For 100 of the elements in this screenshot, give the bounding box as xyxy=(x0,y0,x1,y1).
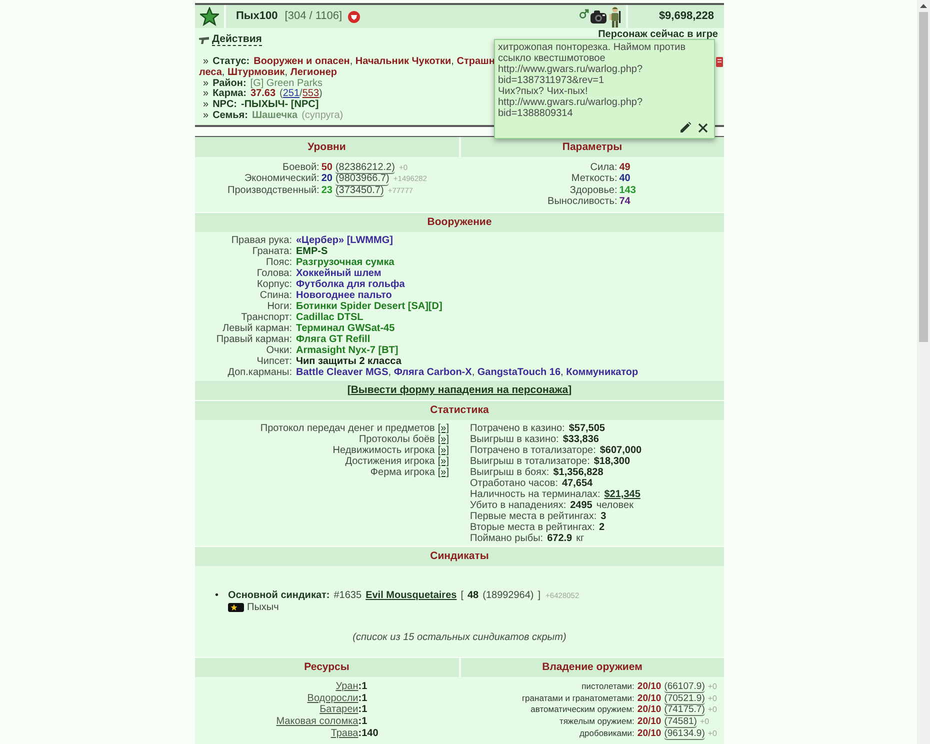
stat-link-label: Ферма игрока xyxy=(370,467,435,478)
item-link[interactable]: Хоккейный шлем xyxy=(296,268,382,279)
slot-label: Корпус: xyxy=(256,279,292,290)
item-link[interactable]: Фляга GT Refill xyxy=(296,334,370,345)
slot-label: Граната: xyxy=(251,246,292,257)
syndicate-link[interactable]: Evil Mousquetaires xyxy=(366,590,457,601)
skill-label: пистолетами: xyxy=(580,681,634,692)
experience-link[interactable]: (373450.7) xyxy=(335,184,384,197)
item-link[interactable]: Cadillac DTSL xyxy=(296,312,364,323)
resource-link[interactable]: Трава xyxy=(276,728,358,740)
bracket-text: [ xyxy=(460,590,464,601)
item-link[interactable]: Новогоднее пальто xyxy=(296,290,392,301)
experience-link[interactable]: (74581) xyxy=(664,716,697,728)
param-label: Выносливость: xyxy=(548,196,618,208)
bullet-text: • xyxy=(215,590,220,601)
stat-value: $57,505 xyxy=(568,423,605,434)
field-label: Карма: xyxy=(212,89,246,100)
item-link[interactable]: Фляга Carbon-X xyxy=(394,367,472,378)
scrollbar-thumb[interactable] xyxy=(919,12,928,342)
stat-label: Выигрыш в боях: xyxy=(470,467,550,478)
skill-level: 20/10 xyxy=(637,716,662,728)
syndicate-number: #1635 xyxy=(334,590,362,601)
cash-link[interactable]: $21,345 xyxy=(604,489,640,500)
item-link[interactable]: Battle Cleaver MGS xyxy=(296,367,388,378)
slot-label: Спина: xyxy=(258,290,292,301)
open-link[interactable]: [»] xyxy=(438,445,449,456)
close-icon[interactable] xyxy=(698,122,708,132)
online-status: Персонаж сейчас в игре xyxy=(598,29,718,40)
stat-value: $1,356,828 xyxy=(553,467,604,478)
resource-link[interactable]: Маковая соломка xyxy=(276,716,358,728)
skill-level: 20/10 xyxy=(637,692,662,704)
rank-badge-icon xyxy=(228,603,244,612)
stat-label: Вторые места в рейтингах: xyxy=(470,522,595,533)
item-link[interactable]: EMP-S xyxy=(296,246,328,257)
experience-delta: +0 xyxy=(708,728,717,739)
syndicate-experience: (18992964) xyxy=(482,590,534,601)
attack-form-link[interactable]: [Вывести форму нападения на персонажа] xyxy=(347,385,572,396)
item-link[interactable]: Чип защиты 2 класса xyxy=(296,356,402,367)
slot-label: Правая рука: xyxy=(230,235,292,246)
stat-label: Выигрыш в тотализаторе: xyxy=(470,456,590,467)
open-link[interactable]: [»] xyxy=(438,423,449,434)
separator-text: , xyxy=(222,68,226,78)
section-title: Владение оружием xyxy=(542,662,642,673)
actions-link[interactable]: Действия xyxy=(212,34,262,46)
experience-link[interactable]: (82386212.2) xyxy=(335,162,395,174)
syndicate-level: 48 xyxy=(467,590,479,601)
hit-points: [304 / 1106] xyxy=(284,11,342,22)
item-link[interactable]: Ботинки Spider Desert [SA][D] xyxy=(296,301,442,312)
item-link[interactable]: Armasight Nyx-7 [BT] xyxy=(296,345,398,356)
level-label: Боевой: xyxy=(282,162,320,174)
stat-unit: человек xyxy=(596,500,634,511)
resource-link[interactable]: Водоросли xyxy=(276,692,358,704)
document-icon[interactable] xyxy=(716,57,723,67)
stat-value: 2495 xyxy=(570,500,592,511)
separator-text: , xyxy=(472,367,476,378)
stat-value: 672.9 xyxy=(547,533,572,544)
experience-link[interactable]: (9803966.7) xyxy=(335,173,390,186)
slot-label: Голова: xyxy=(256,268,292,279)
open-link[interactable]: [»] xyxy=(438,456,449,467)
stat-label: Первые места в рейтингах: xyxy=(470,511,597,522)
slot-label: Ноги: xyxy=(266,301,292,312)
resource-link[interactable]: Батареи xyxy=(276,704,358,716)
item-link[interactable]: Коммуникатор xyxy=(566,367,638,378)
title-text: Страшн xyxy=(456,57,495,68)
experience-link[interactable]: (74175.7) xyxy=(664,704,705,716)
stat-label: Наличность на терминалах: xyxy=(470,489,600,500)
slot-label: Транспорт: xyxy=(240,312,292,323)
district-link[interactable]: [G] Green Parks xyxy=(250,78,323,90)
skill-label: гранатами и гранатометами: xyxy=(522,692,634,704)
experience-link[interactable]: (70521.9) xyxy=(664,692,705,705)
npc-name: -ПЫХЫЧ- [NPC] xyxy=(241,100,319,110)
karma-down-link[interactable]: 553 xyxy=(302,89,320,100)
stat-value: $607,000 xyxy=(600,445,642,456)
item-link[interactable]: Разгрузочная сумка xyxy=(296,257,394,268)
slot-label: Очки: xyxy=(265,345,292,356)
param-value: 74 xyxy=(619,196,632,208)
scroll-up-icon[interactable] xyxy=(920,4,927,8)
karma-up-link[interactable]: 251 xyxy=(282,89,300,100)
open-link[interactable]: [»] xyxy=(438,434,449,445)
open-link[interactable]: [»] xyxy=(438,467,449,478)
separator-text: , xyxy=(560,367,564,378)
item-link[interactable]: Терминал GWSat-45 xyxy=(296,323,395,334)
resource-link[interactable]: Уран xyxy=(276,681,358,693)
resource-count: :1 xyxy=(358,692,368,704)
title-text: Начальник Чукотки xyxy=(355,57,452,68)
field-label: Район: xyxy=(212,78,246,89)
skill-label: дробовиками: xyxy=(578,728,634,739)
karma-value: 37.63 xyxy=(250,89,276,100)
item-link[interactable]: «Цербер» [LWMMG] xyxy=(296,235,393,246)
experience-link[interactable]: (96134.9) xyxy=(664,728,705,740)
separator-text: , xyxy=(451,57,455,68)
bullet-text: » xyxy=(203,100,209,111)
stat-value: 3 xyxy=(600,511,606,522)
experience-link[interactable]: (66107.9) xyxy=(664,681,705,693)
level-value: 50 xyxy=(321,162,332,174)
item-link[interactable]: Футболка для гольфа xyxy=(296,279,405,290)
edit-icon[interactable] xyxy=(680,122,691,133)
param-value: 143 xyxy=(619,184,636,196)
item-link[interactable]: GangstaTouch 16 xyxy=(477,367,561,378)
player-name[interactable]: Пых100 xyxy=(236,11,278,22)
